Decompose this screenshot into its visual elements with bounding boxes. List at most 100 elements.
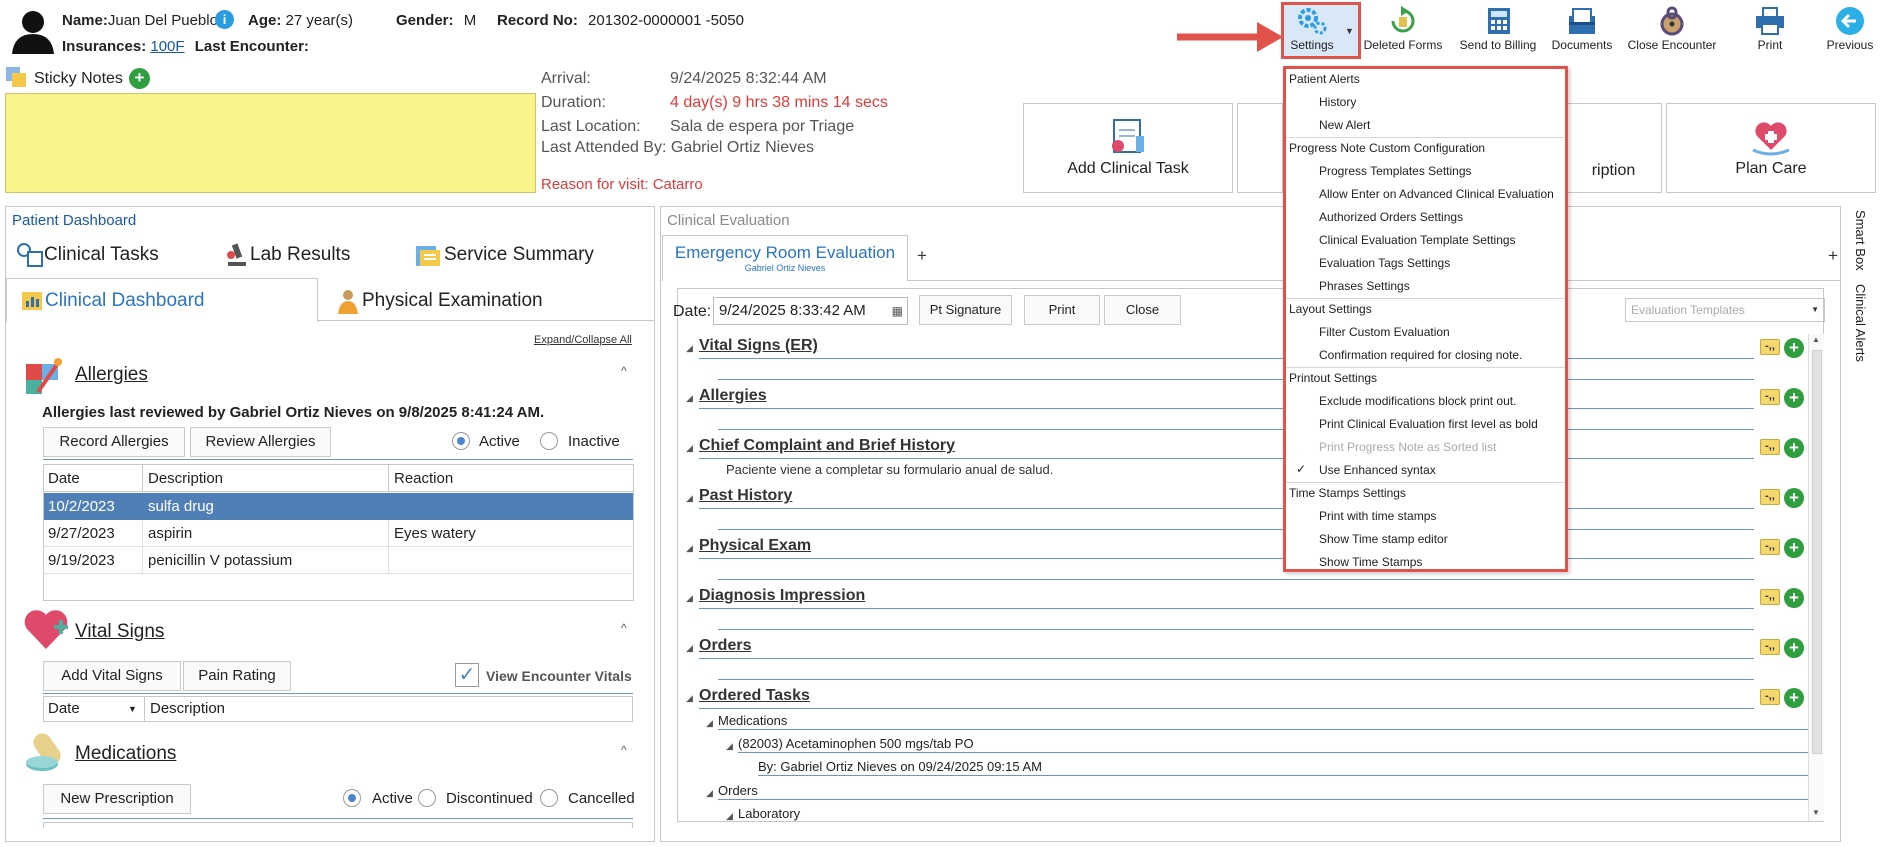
add-vital-signs-button[interactable]: Add Vital Signs [43, 661, 181, 691]
medications-cancelled-radio[interactable] [540, 789, 558, 807]
tab-service-summary[interactable]: Service Summary [414, 242, 594, 268]
menu-item-use-enhanced[interactable]: Use Enhanced syntax [1319, 463, 1436, 477]
expander-icon[interactable]: ◢ [686, 443, 693, 454]
expander-icon[interactable]: ◢ [686, 493, 693, 504]
menu-item-evaluation-tags[interactable]: Evaluation Tags Settings [1319, 256, 1450, 270]
sort-down-icon[interactable]: ▼ [128, 697, 137, 721]
add-section-icon[interactable]: + [1784, 338, 1804, 358]
send-to-billing-button[interactable]: Send to Billing [1456, 6, 1540, 52]
expander-icon[interactable]: ◢ [726, 811, 733, 822]
expander-icon[interactable]: ◢ [706, 788, 713, 799]
scroll-up-icon[interactable]: ▲ [1812, 335, 1820, 344]
add-tab-right-button[interactable]: + [1828, 246, 1838, 266]
tab-clinical-tasks[interactable]: Clinical Tasks [16, 242, 159, 268]
plan-care-tile[interactable]: Plan Care [1666, 103, 1876, 193]
phrase-icon[interactable]: -,, [1760, 639, 1780, 655]
vitals-collapse-icon[interactable]: ^ [621, 621, 627, 635]
evaluation-section-title[interactable]: Physical Exam [699, 537, 811, 555]
allergies-collapse-icon[interactable]: ^ [621, 364, 627, 378]
phrase-icon[interactable]: -,, [1760, 689, 1780, 705]
evaluation-scrollbar[interactable]: ▲ ▼ [1808, 334, 1824, 821]
evaluation-section-title[interactable]: Diagnosis Impression [699, 587, 865, 605]
vitals-col-date[interactable]: Date [48, 697, 80, 721]
evaluation-close-button[interactable]: Close [1104, 295, 1181, 325]
evaluation-section-title[interactable]: Chief Complaint and Brief History [699, 437, 955, 455]
menu-item-filter-custom[interactable]: Filter Custom Evaluation [1319, 325, 1450, 339]
documents-button[interactable]: Documents [1544, 6, 1620, 52]
new-prescription-button[interactable]: New Prescription [43, 784, 191, 814]
phrase-icon[interactable]: -,, [1760, 439, 1780, 455]
expander-icon[interactable]: ◢ [686, 643, 693, 654]
previous-button[interactable]: Previous [1822, 6, 1878, 52]
tab-physical-examination[interactable]: Physical Examination [334, 288, 543, 314]
add-section-icon[interactable]: + [1784, 538, 1804, 558]
medications-active-radio[interactable] [343, 789, 361, 807]
info-icon[interactable]: i [215, 10, 234, 29]
phrase-icon[interactable]: -,, [1760, 339, 1780, 355]
expander-icon[interactable]: ◢ [686, 343, 693, 354]
scroll-down-icon[interactable]: ▼ [1812, 808, 1820, 817]
expander-icon[interactable]: ◢ [686, 693, 693, 704]
add-section-icon[interactable]: + [1784, 638, 1804, 658]
menu-item-progress-templates[interactable]: Progress Templates Settings [1319, 164, 1472, 178]
evaluation-section-title[interactable]: Allergies [699, 387, 767, 405]
vital-signs-title[interactable]: Vital Signs [75, 621, 164, 643]
phrase-icon[interactable]: -,, [1760, 389, 1780, 405]
menu-item-print-with-ts[interactable]: Print with time stamps [1319, 509, 1436, 523]
side-tab-smart-box[interactable]: Smart Box [1850, 210, 1870, 280]
deleted-forms-button[interactable]: Deleted Forms [1362, 6, 1444, 52]
evaluation-section-title[interactable]: Orders [699, 637, 751, 655]
record-allergies-button[interactable]: Record Allergies [43, 427, 185, 457]
date-field[interactable]: 9/24/2025 8:33:42 AM ▦ [713, 297, 908, 325]
menu-item-show-ts[interactable]: Show Time Stamps [1319, 555, 1422, 569]
settings-button[interactable]: Settings [1284, 6, 1340, 52]
phrase-icon[interactable]: -,, [1760, 589, 1780, 605]
chevron-down-icon[interactable]: ▼ [1345, 26, 1354, 36]
expander-icon[interactable]: ◢ [726, 741, 733, 752]
prescription-tile[interactable] [1237, 103, 1283, 193]
vitals-col-description[interactable]: Description [150, 697, 225, 721]
expander-icon[interactable]: ◢ [686, 543, 693, 554]
menu-item-allow-enter[interactable]: Allow Enter on Advanced Clinical Evaluat… [1319, 187, 1554, 201]
add-section-icon[interactable]: + [1784, 438, 1804, 458]
review-allergies-button[interactable]: Review Allergies [190, 427, 331, 457]
menu-item-confirmation-required[interactable]: Confirmation required for closing note. [1319, 348, 1522, 362]
col-date[interactable]: Date [48, 465, 80, 492]
evaluation-section-title[interactable]: Past History [699, 487, 792, 505]
evaluation-templates-select[interactable]: Evaluation Templates ▼ [1625, 298, 1825, 322]
table-row[interactable]: 9/19/2023 penicillin V potassium [44, 547, 633, 574]
menu-item-exclude-modifications[interactable]: Exclude modifications block print out. [1319, 394, 1516, 408]
expander-icon[interactable]: ◢ [686, 393, 693, 404]
pt-signature-button[interactable]: Pt Signature [919, 295, 1012, 325]
sticky-note-area[interactable] [5, 93, 536, 193]
view-encounter-vitals-checkbox[interactable]: ✓ [455, 663, 479, 687]
tab-emergency-room-evaluation[interactable]: Emergency Room Evaluation Gabriel Ortiz … [662, 235, 908, 281]
add-clinical-task-tile[interactable]: Add Clinical Task [1023, 103, 1233, 193]
print-button[interactable]: Print [1748, 6, 1792, 52]
prescription-tile-visible[interactable]: ription [1566, 103, 1662, 193]
medications-title[interactable]: Medications [75, 743, 176, 765]
insurance-link[interactable]: 100F [150, 38, 184, 55]
col-description[interactable]: Description [148, 465, 223, 492]
evaluation-section-title[interactable]: Ordered Tasks [699, 687, 810, 705]
menu-item-new-alert[interactable]: New Alert [1319, 118, 1370, 132]
allergies-inactive-radio[interactable] [540, 432, 558, 450]
side-tab-clinical-alerts[interactable]: Clinical Alerts [1850, 284, 1870, 374]
calendar-icon[interactable]: ▦ [892, 298, 903, 324]
col-reaction[interactable]: Reaction [394, 465, 453, 492]
table-row[interactable]: 9/27/2023 aspirin Eyes watery [44, 520, 633, 547]
menu-item-phrases[interactable]: Phrases Settings [1319, 279, 1410, 293]
medications-discontinued-radio[interactable] [418, 789, 436, 807]
menu-item-show-ts-editor[interactable]: Show Time stamp editor [1319, 532, 1448, 546]
evaluation-print-button[interactable]: Print [1024, 295, 1100, 325]
menu-item-authorized-orders[interactable]: Authorized Orders Settings [1319, 210, 1463, 224]
menu-item-print-first-level[interactable]: Print Clinical Evaluation first level as… [1319, 417, 1538, 431]
add-tab-button[interactable]: + [917, 246, 927, 266]
allergies-title[interactable]: Allergies [75, 364, 148, 386]
add-section-icon[interactable]: + [1784, 588, 1804, 608]
medications-collapse-icon[interactable]: ^ [621, 743, 627, 757]
table-row[interactable]: 10/2/2023 sulfa drug [44, 493, 633, 520]
expander-icon[interactable]: ◢ [706, 718, 713, 729]
add-sticky-note-button[interactable]: + [129, 68, 150, 89]
allergies-active-radio[interactable] [452, 432, 470, 450]
